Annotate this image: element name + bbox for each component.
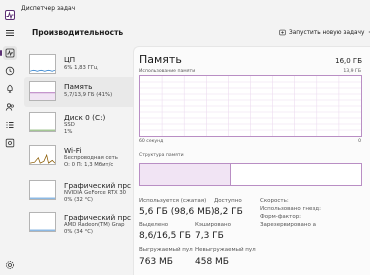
nav-rail (0, 20, 20, 275)
perf-item-detail-2: О: 0 П: 1,3 Мбит/с (64, 162, 114, 168)
reserved-label: Зарезервировано а (260, 222, 316, 228)
memory-panel: Память 16,0 ГБ Использование памяти 13,9… (133, 46, 370, 275)
run-new-task-label: Запустить новую задачу (289, 29, 365, 36)
paged-pool-value: 763 МБ (139, 257, 173, 267)
services-icon[interactable] (3, 136, 17, 150)
cached-value: 7,3 ГБ (195, 231, 224, 241)
startup-icon[interactable] (3, 82, 17, 96)
settings-icon[interactable] (3, 258, 17, 272)
committed-value: 8,6/16,5 ГБ (139, 231, 191, 241)
task-manager-app-icon (5, 5, 15, 20)
page-title: Производительность (32, 28, 124, 37)
usage-grid (140, 76, 361, 136)
perf-item-detail: 6% 1,83 ГГц (64, 65, 98, 71)
perf-item-detail: NVIDIA GeForce RTX 30 (64, 190, 127, 196)
perf-item-detail: Беспроводная сеть (64, 155, 118, 161)
perf-item-name: Графический прс (64, 213, 131, 222)
speed-label: Скорость: (260, 198, 289, 204)
committed-label: Выделено (139, 222, 169, 228)
page-header: Производительность Запустить новую задач… (20, 20, 370, 46)
perf-item-memory[interactable]: Память 5,7/13,9 ГБ (41%) (24, 77, 148, 107)
perf-item-name: Диск 0 (C:) (64, 113, 106, 122)
in-use-value: 5,6 ГБ (98,6 МБ) (139, 207, 215, 217)
memory-total: 16,0 ГБ (335, 57, 362, 65)
perf-item-name: Графический прс (64, 181, 131, 190)
in-use-label: Используется (сжатая) (139, 198, 207, 204)
available-label: Доступно (214, 198, 242, 204)
perf-item-detail-2: 0% (34 °C) (64, 229, 93, 235)
nonpaged-pool-value: 458 МБ (195, 257, 229, 267)
perf-item-detail: AMD Radeon(TM) Grap (64, 222, 125, 228)
details-icon[interactable] (3, 118, 17, 132)
structure-label: Структура памяти (139, 153, 184, 158)
perf-item-name: ЦП (64, 55, 76, 64)
perf-item-gpu-1[interactable]: Графический прс AMD Radeon(TM) Grap 0% (… (24, 208, 148, 238)
memory-sparkline (29, 81, 56, 101)
memory-composition-bar (139, 163, 362, 186)
perf-item-name: Wi-Fi (64, 146, 82, 155)
cpu-sparkline (29, 54, 56, 74)
title-bar: Диспетчер задач (0, 0, 370, 20)
perf-item-cpu[interactable]: ЦП 6% 1,83 ГГц (24, 50, 148, 80)
perf-item-wifi[interactable]: Wi-Fi Беспроводная сеть О: 0 П: 1,3 Мбит… (24, 141, 148, 171)
memory-usage-graph (139, 75, 362, 137)
perf-item-gpu-0[interactable]: Графический прс NVIDIA GeForce RTX 30 0%… (24, 176, 148, 206)
perf-item-detail-2: 1% (64, 129, 73, 135)
gpu0-sparkline (29, 180, 56, 200)
perf-item-detail: SSD (64, 122, 75, 128)
form-factor-label: Форм-фактор: (260, 214, 302, 220)
zero-label: 0 (358, 139, 361, 144)
run-new-task-button[interactable]: Запустить новую задачу (279, 26, 364, 39)
disk-sparkline (29, 112, 56, 132)
memory-title: Память (139, 53, 182, 66)
history-icon[interactable] (3, 64, 17, 78)
wifi-sparkline (29, 145, 56, 165)
memory-used-segment (140, 164, 231, 185)
users-icon[interactable] (3, 100, 17, 114)
perf-item-name: Память (64, 82, 93, 91)
paged-pool-label: Выгружаемый пул (139, 247, 193, 253)
gpu1-sparkline (29, 212, 56, 232)
time-span-label: 60 секунд (139, 139, 164, 144)
usage-graph-max: 13,9 ГБ (343, 69, 361, 74)
usage-graph-label: Использование памяти (139, 69, 196, 74)
window-title: Диспетчер задач (21, 5, 76, 12)
nonpaged-pool-label: Невыгружаемый пул (195, 247, 256, 253)
cached-label: Кэшировано (195, 222, 231, 228)
available-value: 8,2 ГБ (214, 207, 243, 217)
perf-item-disk[interactable]: Диск 0 (C:) SSD 1% (24, 108, 148, 138)
slots-label: Использовано гнезд: (260, 206, 321, 212)
perf-item-detail-2: 0% (32 °C) (64, 197, 93, 203)
run-task-icon (279, 29, 286, 36)
performance-sidebar: ЦП 6% 1,83 ГГц Память 5,7/13,9 ГБ (41%) … (20, 46, 148, 275)
menu-icon[interactable] (3, 26, 17, 40)
perf-item-detail: 5,7/13,9 ГБ (41%) (64, 92, 113, 98)
performance-icon[interactable] (0, 46, 17, 60)
